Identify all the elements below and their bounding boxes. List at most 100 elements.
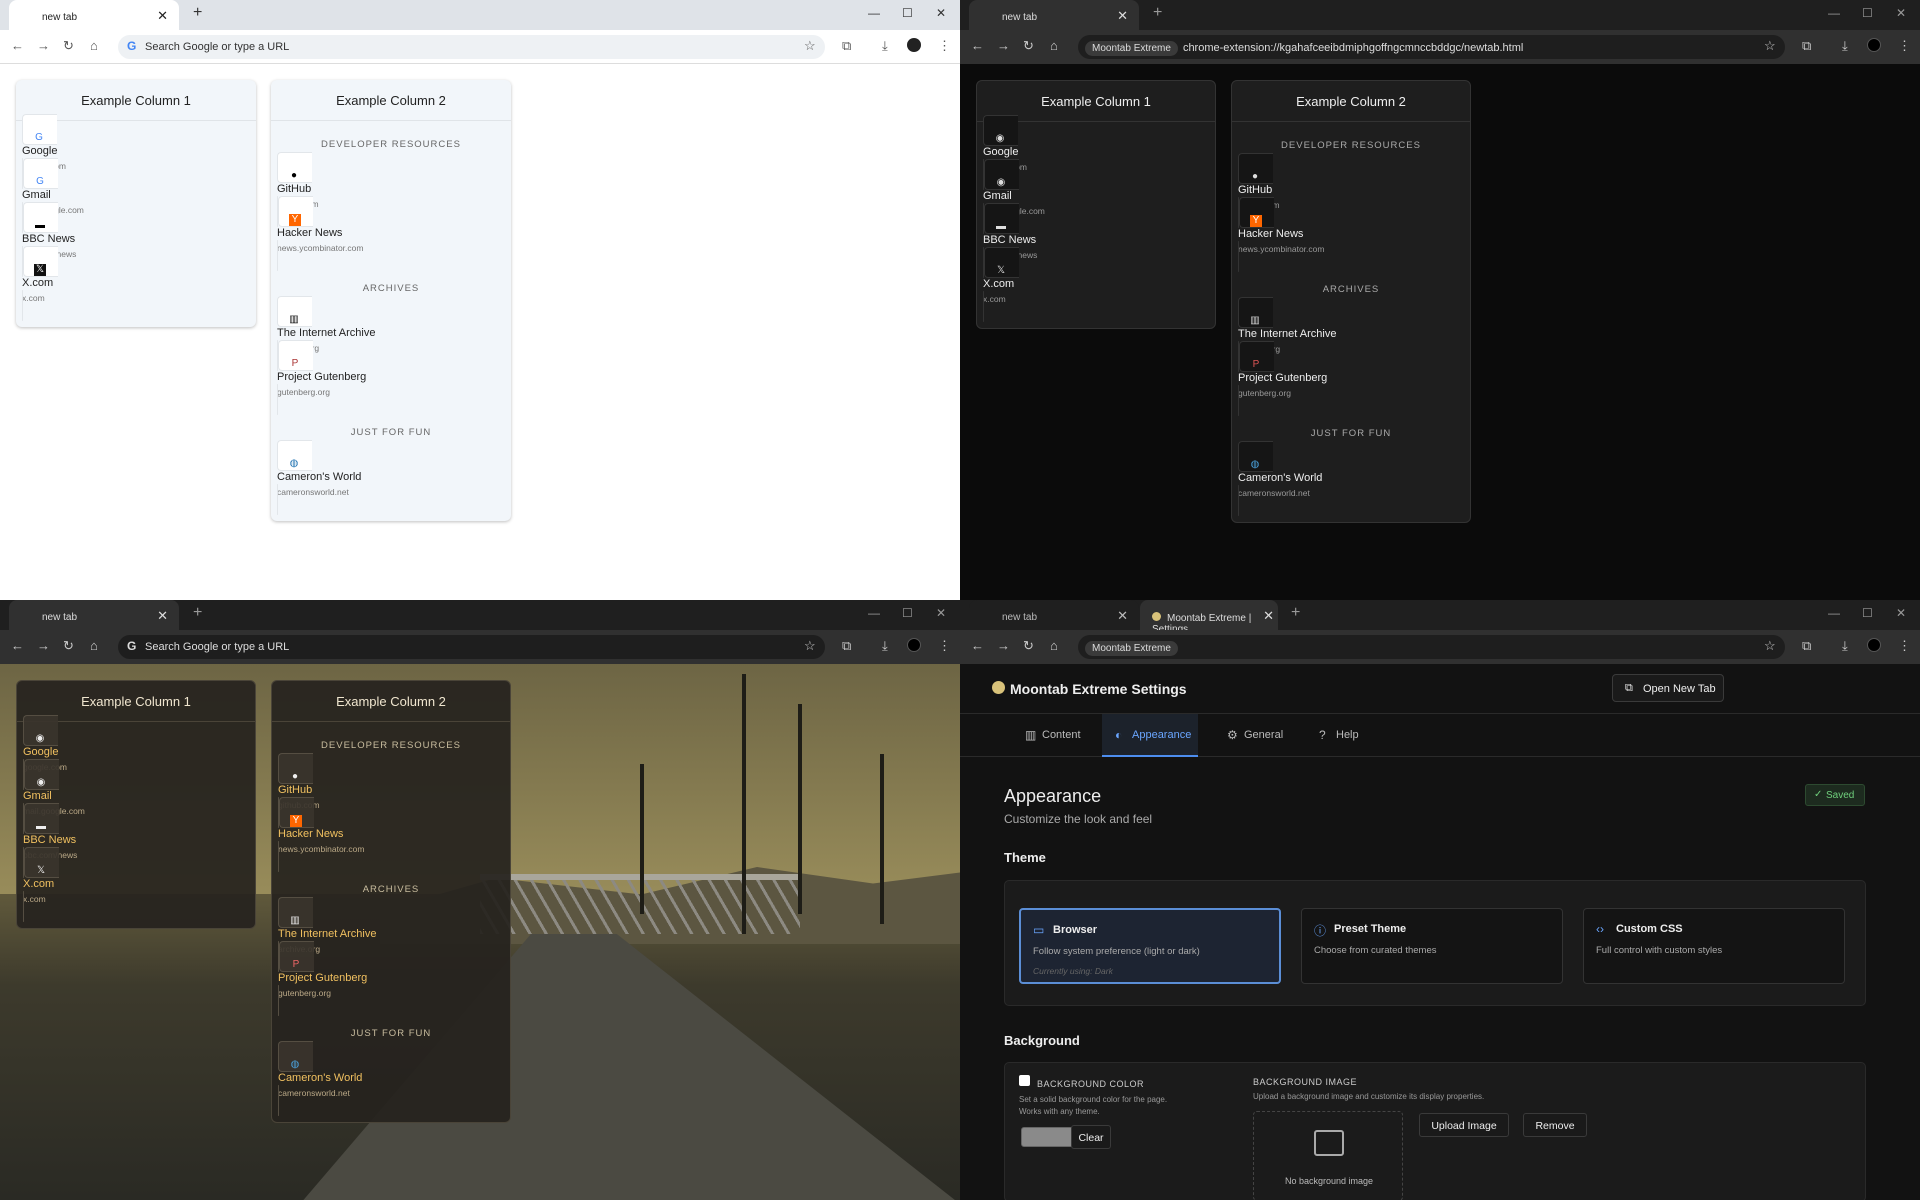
link-name: Cameron's World [278, 1072, 363, 1084]
tab-general[interactable]: ⚙ General [1214, 714, 1292, 757]
extensions-icon[interactable]: ⧉ [842, 38, 851, 54]
github-icon: ● [291, 771, 299, 782]
reload-icon[interactable]: ↻ [63, 38, 74, 54]
reload-icon[interactable]: ↻ [1023, 638, 1034, 654]
link-name: GitHub [278, 784, 313, 796]
close-tab-icon[interactable]: ✕ [1117, 8, 1128, 24]
minimize-icon[interactable]: — [1828, 606, 1840, 620]
close-window-icon[interactable]: ✕ [936, 606, 946, 620]
gutenberg-icon: P [292, 959, 300, 970]
home-icon[interactable]: ⌂ [1050, 638, 1058, 653]
link-name: The Internet Archive [277, 327, 376, 339]
maximize-icon[interactable]: ☐ [1862, 606, 1873, 620]
tab-new-tab[interactable]: new tab ✕ [969, 0, 1139, 30]
column-2: Example Column 2 DEVELOPER RESOURCES ● Gi… [271, 80, 511, 521]
column-1: Example Column 1 GGooglegoogle.com GGmai… [16, 80, 256, 327]
omnibox[interactable]: Moontab Extreme [1078, 635, 1785, 659]
close-window-icon[interactable]: ✕ [1896, 606, 1906, 620]
menu-icon[interactable]: ⋮ [938, 638, 951, 654]
column-2: Example Column 2 DEVELOPER RESOURCES ● Gi… [1231, 80, 1471, 523]
close-tab-icon[interactable]: ✕ [1117, 608, 1128, 624]
home-icon[interactable]: ⌂ [90, 38, 98, 53]
tab-new-tab[interactable]: new tab ✕ [9, 600, 179, 630]
back-icon[interactable]: ← [11, 638, 24, 653]
toolbar: ← → ↻ ⌂ Moontab Extreme chrome-extension:… [960, 30, 1920, 64]
download-icon[interactable]: ⤓ [882, 638, 888, 654]
extensions-icon[interactable]: ⧉ [842, 638, 851, 654]
theme-option-custom-css[interactable]: ‹› Custom CSS Full control with custom sty… [1583, 908, 1845, 984]
forward-icon[interactable]: → [997, 38, 1010, 53]
reload-icon[interactable]: ↻ [1023, 38, 1034, 54]
google-icon: ◉ [36, 777, 46, 788]
omnibox[interactable]: Moontab Extreme chrome-extension://kgahaf… [1078, 35, 1785, 59]
bg-color-swatch[interactable] [1021, 1127, 1077, 1147]
avatar[interactable] [1867, 638, 1881, 652]
download-icon[interactable]: ⤓ [882, 38, 888, 54]
theme-option-preset[interactable]: ⓘ Preset Theme Choose from curated themes [1301, 908, 1563, 984]
maximize-icon[interactable]: ☐ [902, 6, 913, 20]
home-icon[interactable]: ⌂ [1050, 38, 1058, 53]
new-tab-icon[interactable]: + [1153, 4, 1162, 22]
maximize-icon[interactable]: ☐ [902, 606, 913, 620]
monitor-icon: ▭ [1033, 923, 1045, 937]
avatar[interactable] [907, 638, 921, 652]
theme-option-browser[interactable]: ▭ Browser Follow system preference (light … [1019, 908, 1281, 984]
open-new-tab-button[interactable]: ⧉ Open New Tab [1612, 674, 1724, 702]
archive-icon: ▥ [289, 314, 299, 325]
tab-content[interactable]: ▥ Content [1012, 714, 1084, 757]
forward-icon[interactable]: → [997, 638, 1010, 653]
tab-new-tab[interactable]: new tab ✕ [969, 600, 1139, 630]
column-1: Example Column 1 ◉Googlegoogle.com ◉Gmai… [16, 680, 256, 929]
close-window-icon[interactable]: ✕ [936, 6, 946, 20]
avatar[interactable] [907, 38, 921, 52]
close-tab-icon[interactable]: ✕ [157, 608, 168, 624]
back-icon[interactable]: ← [11, 38, 24, 53]
forward-icon[interactable]: → [37, 38, 50, 53]
minimize-icon[interactable]: — [1828, 6, 1840, 20]
back-icon[interactable]: ← [971, 38, 984, 53]
download-icon[interactable]: ⤓ [1842, 38, 1848, 54]
close-tab-icon[interactable]: ✕ [157, 8, 168, 24]
new-tab-icon[interactable]: + [1291, 604, 1300, 622]
back-icon[interactable]: ← [971, 638, 984, 653]
close-window-icon[interactable]: ✕ [1896, 6, 1906, 20]
bookmark-star-icon[interactable]: ☆ [1764, 38, 1776, 54]
home-icon[interactable]: ⌂ [90, 638, 98, 653]
tab-help[interactable]: ? Help [1306, 714, 1368, 757]
bookmark-star-icon[interactable]: ☆ [1764, 638, 1776, 654]
link-name: BBC News [23, 834, 77, 846]
tab-settings[interactable]: Moontab Extreme | Settings✕ [1140, 600, 1278, 635]
bookmark-star-icon[interactable]: ☆ [804, 638, 816, 654]
new-tab-icon[interactable]: + [193, 604, 202, 622]
bookmark-star-icon[interactable]: ☆ [804, 38, 816, 54]
menu-icon[interactable]: ⋮ [938, 38, 951, 54]
maximize-icon[interactable]: ☐ [1862, 6, 1873, 20]
minimize-icon[interactable]: — [868, 606, 880, 620]
tab-title: new tab [1002, 612, 1038, 623]
upload-image-button[interactable]: Upload Image [1419, 1113, 1509, 1137]
photo-palm [880, 754, 884, 924]
remove-image-button[interactable]: Remove [1523, 1113, 1587, 1137]
menu-icon[interactable]: ⋮ [1898, 638, 1911, 654]
close-tab-icon[interactable]: ✕ [1263, 608, 1274, 624]
bg-color-checkbox[interactable] [1019, 1075, 1030, 1086]
x-icon: 𝕏 [36, 865, 46, 876]
minimize-icon[interactable]: — [868, 6, 880, 20]
avatar[interactable] [1867, 38, 1881, 52]
extensions-icon[interactable]: ⧉ [1802, 38, 1811, 54]
bg-image-dropzone[interactable]: No background image [1253, 1111, 1403, 1200]
clear-button[interactable]: Clear [1071, 1125, 1111, 1149]
link-name: Hacker News [277, 227, 343, 239]
tab-new-tab[interactable]: new tab ✕ [9, 0, 179, 30]
omnibox[interactable]: G Search Google or type a URL [118, 35, 825, 59]
forward-icon[interactable]: → [37, 638, 50, 653]
tab-appearance[interactable]: ◐ Appearance [1102, 714, 1198, 757]
column-2: Example Column 2 DEVELOPER RESOURCES ● Gi… [271, 680, 511, 1123]
new-tab-icon[interactable]: + [193, 4, 202, 22]
google-icon: G [36, 176, 44, 187]
menu-icon[interactable]: ⋮ [1898, 38, 1911, 54]
reload-icon[interactable]: ↻ [63, 638, 74, 654]
extensions-icon[interactable]: ⧉ [1802, 638, 1811, 654]
download-icon[interactable]: ⤓ [1842, 638, 1848, 654]
omnibox[interactable]: G Search Google or type a URL [118, 635, 825, 659]
